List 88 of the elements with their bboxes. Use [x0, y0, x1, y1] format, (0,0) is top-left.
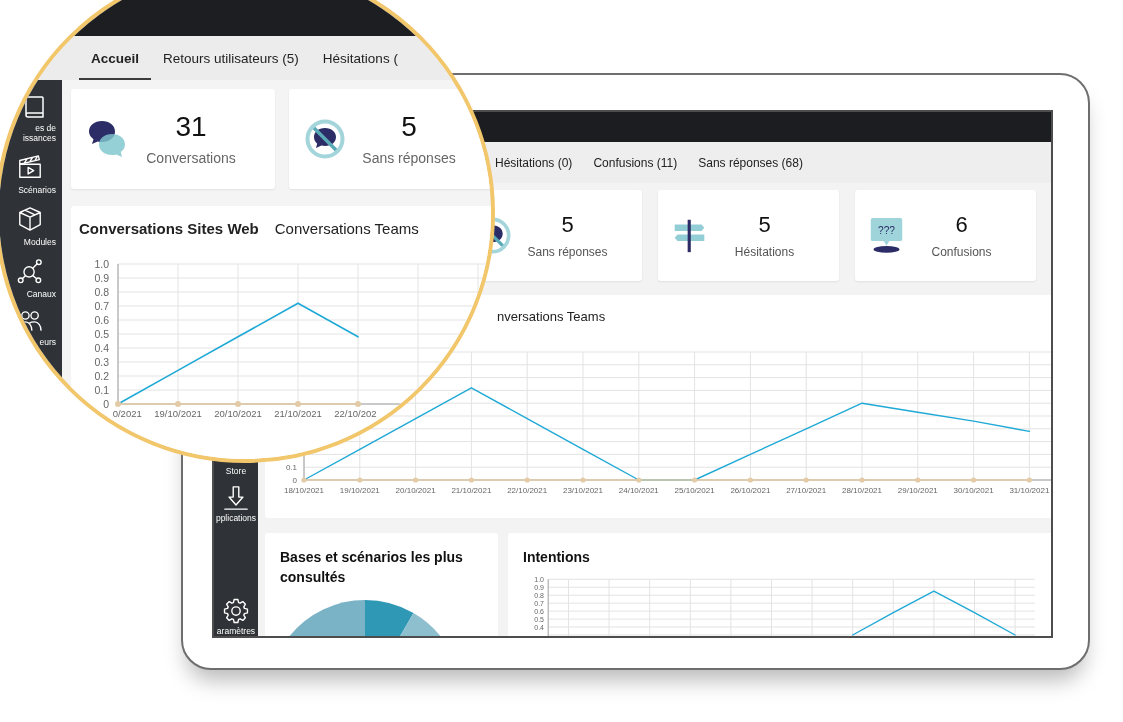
- data-point: [636, 477, 642, 483]
- stat-value: 6: [954, 211, 969, 238]
- data-point: [175, 401, 181, 407]
- data-point: [915, 477, 921, 483]
- data-point: [580, 477, 586, 483]
- tab[interactable]: Retours utilisateurs (5): [151, 36, 311, 80]
- y-axis-label: 0.1: [285, 462, 297, 472]
- data-point: [357, 477, 363, 483]
- chart-tab[interactable]: Conversations Sites Web: [79, 220, 259, 241]
- settings-icon: [223, 598, 249, 624]
- sidebar-link[interactable]: Scénarios: [0, 154, 62, 195]
- x-axis-label: 29/10/2021: [897, 486, 938, 495]
- data-point: [803, 477, 809, 483]
- y-axis-label: 0.4: [94, 342, 109, 354]
- data-point: [468, 477, 474, 483]
- stat-value: 5: [560, 211, 575, 238]
- x-axis-label: 22/10/202: [334, 408, 377, 419]
- data-point: [355, 401, 361, 407]
- y-axis-label: 1.0: [94, 258, 109, 270]
- x-axis-label: 18/10/2021: [284, 486, 324, 495]
- x-axis-label: 27/10/2021: [786, 486, 827, 495]
- x-axis-label: 28/10/2021: [842, 486, 882, 495]
- data-point: [692, 477, 698, 483]
- tab[interactable]: Confusions (11): [593, 142, 678, 183]
- x-axis-label: 20/10/2021: [395, 486, 436, 495]
- book-icon: [23, 96, 45, 118]
- y-axis-label: 0.3: [94, 356, 109, 368]
- y-axis-label: 0.1: [94, 384, 109, 396]
- sidebar-link[interactable]: es de issances: [0, 96, 62, 143]
- x-axis-label: 21/10/2021: [274, 408, 322, 419]
- stat-value: 5: [400, 111, 418, 143]
- card-title: Bases et scénarios les plus consultés: [279, 548, 464, 587]
- stat-label: Confusions: [930, 244, 993, 260]
- y-axis-label: 0.5: [94, 328, 109, 340]
- clapperboard-icon: [17, 154, 43, 180]
- data-point: [295, 401, 301, 407]
- tab[interactable]: Hésitations (0): [495, 142, 573, 183]
- no-chat-icon: [305, 119, 345, 159]
- sidebar-link[interactable]: Canaux: [0, 258, 62, 299]
- x-axis-label: 19/10/2021: [339, 486, 380, 495]
- chat-bubbles-icon: [87, 119, 127, 159]
- sidebar-link[interactable]: pplications: [214, 485, 258, 523]
- data-point: [971, 477, 977, 483]
- stat-label: Conversations: [145, 149, 237, 167]
- data-point: [747, 477, 753, 483]
- y-axis-label: 0.8: [94, 286, 109, 298]
- tab[interactable]: Accueil: [79, 36, 152, 80]
- stat-label: Sans réponses: [361, 149, 457, 167]
- x-axis-label: 25/10/2021: [674, 486, 715, 495]
- y-axis-label: 0.6: [94, 314, 109, 326]
- x-axis-label: 23/10/2021: [563, 486, 603, 495]
- box-icon: [17, 206, 43, 232]
- x-axis-label: 21/10/2021: [451, 486, 492, 495]
- x-axis-label: 0/2021: [112, 408, 142, 419]
- data-point: [1026, 477, 1032, 483]
- y-axis-label: 0.9: [94, 272, 109, 284]
- x-axis-label: 30/10/2021: [953, 486, 994, 495]
- card-title: Intentions: [522, 548, 591, 567]
- chart-tab[interactable]: Conversations Teams: [274, 220, 419, 241]
- stat-value: 31: [174, 111, 208, 143]
- sidebar-link[interactable]: Store: [214, 464, 258, 476]
- x-axis-label: 19/10/2021: [154, 408, 202, 419]
- x-axis-label: 20/10/2021: [214, 408, 262, 419]
- data-point: [235, 401, 241, 407]
- stat-label: Sans réponses: [526, 244, 609, 260]
- y-axis-label: 0.2: [94, 370, 109, 382]
- sidebar-link[interactable]: eurs: [0, 310, 62, 347]
- chart-tab[interactable]: nversations Teams: [497, 309, 606, 327]
- x-axis-label: 26/10/2021: [730, 486, 771, 495]
- tab[interactable]: Hésitations (: [310, 36, 410, 80]
- data-point: [115, 401, 121, 407]
- y-axis-label: 0.7: [94, 300, 109, 312]
- sidebar-link[interactable]: aramètres: [214, 598, 258, 636]
- data-point: [413, 477, 419, 483]
- download-icon: [223, 485, 249, 511]
- y-axis-label: 0: [292, 475, 297, 485]
- network-icon: [17, 258, 43, 284]
- data-point: [524, 477, 530, 483]
- data-point: [859, 477, 865, 483]
- data-point: [301, 477, 307, 483]
- x-axis-label: 24/10/2021: [618, 486, 659, 495]
- tab[interactable]: Sans réponses (68): [698, 142, 803, 183]
- stat-label: Hésitations: [733, 244, 796, 260]
- x-axis-label: 31/10/2021: [1009, 486, 1050, 495]
- stat-value: 5: [757, 211, 772, 238]
- y-axis-label: 0: [103, 398, 109, 410]
- x-axis-label: 22/10/2021: [507, 486, 548, 495]
- sidebar-link[interactable]: Modules: [0, 206, 62, 247]
